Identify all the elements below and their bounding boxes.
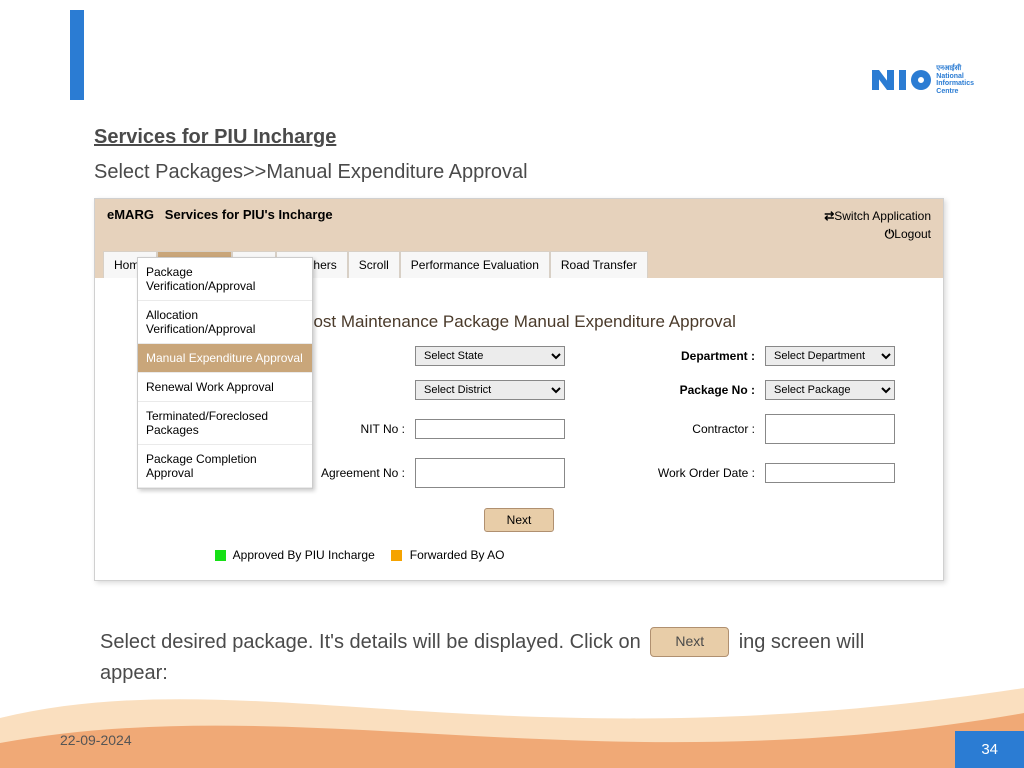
app-screenshot: eMARG Services for PIU's Incharge ⇄Switc…: [94, 198, 944, 581]
workorder-label: Work Order Date :: [645, 466, 755, 480]
logo-line4: Centre: [936, 88, 974, 96]
nic-logo: एनआईसी National Informatics Centre: [872, 65, 974, 96]
tab-performance[interactable]: Performance Evaluation: [400, 251, 550, 278]
package-select[interactable]: Select Package: [765, 380, 895, 400]
switch-application-link[interactable]: ⇄Switch Application: [824, 207, 931, 225]
logo-line3: Informatics: [936, 80, 974, 88]
dd-terminated[interactable]: Terminated/Foreclosed Packages: [138, 402, 312, 445]
legend-green-swatch: [215, 550, 226, 561]
department-select[interactable]: Select Department: [765, 346, 895, 366]
instruction-text: Select desired package. It's details wil…: [100, 628, 924, 687]
packages-dropdown: Package Verification/Approval Allocation…: [137, 257, 313, 489]
agreement-input[interactable]: [415, 458, 565, 488]
app-brand: eMARG: [107, 207, 154, 222]
accent-bar: [70, 10, 84, 100]
legend: Approved By PIU Incharge Forwarded By AO: [95, 542, 943, 580]
district-select[interactable]: Select District: [415, 380, 565, 400]
workorder-input[interactable]: [765, 463, 895, 483]
page-number: 34: [955, 731, 1024, 768]
state-select[interactable]: Select State: [415, 346, 565, 366]
page-subheading: Select Packages>>Manual Expenditure Appr…: [94, 161, 974, 184]
contractor-input[interactable]: [765, 414, 895, 444]
dd-manual-expenditure[interactable]: Manual Expenditure Approval: [138, 344, 312, 373]
legend-orange-swatch: [391, 550, 402, 561]
logo-line2: National: [936, 73, 974, 81]
package-label: Package No :: [645, 383, 755, 397]
page-heading: Services for PIU Incharge: [94, 126, 974, 149]
tab-scroll[interactable]: Scroll: [348, 251, 400, 278]
tab-roadtransfer[interactable]: Road Transfer: [550, 251, 648, 278]
dd-pkg-verification[interactable]: Package Verification/Approval: [138, 258, 312, 301]
legend-approved: Approved By PIU Incharge: [233, 548, 375, 562]
logo-line1: एनआईसी: [936, 65, 974, 73]
dd-completion[interactable]: Package Completion Approval: [138, 445, 312, 488]
logout-link[interactable]: ⏻Logout: [824, 225, 931, 243]
legend-forwarded: Forwarded By AO: [410, 548, 505, 562]
app-title: Services for PIU's Incharge: [165, 207, 333, 222]
inline-next-button: Next: [650, 627, 729, 657]
nit-input[interactable]: [415, 419, 565, 439]
dd-renewal-work[interactable]: Renewal Work Approval: [138, 373, 312, 402]
contractor-label: Contractor :: [645, 422, 755, 436]
dd-allocation-verification[interactable]: Allocation Verification/Approval: [138, 301, 312, 344]
next-button[interactable]: Next: [484, 508, 555, 532]
footer-date: 22-09-2024: [60, 732, 132, 748]
department-label: Department :: [645, 349, 755, 363]
